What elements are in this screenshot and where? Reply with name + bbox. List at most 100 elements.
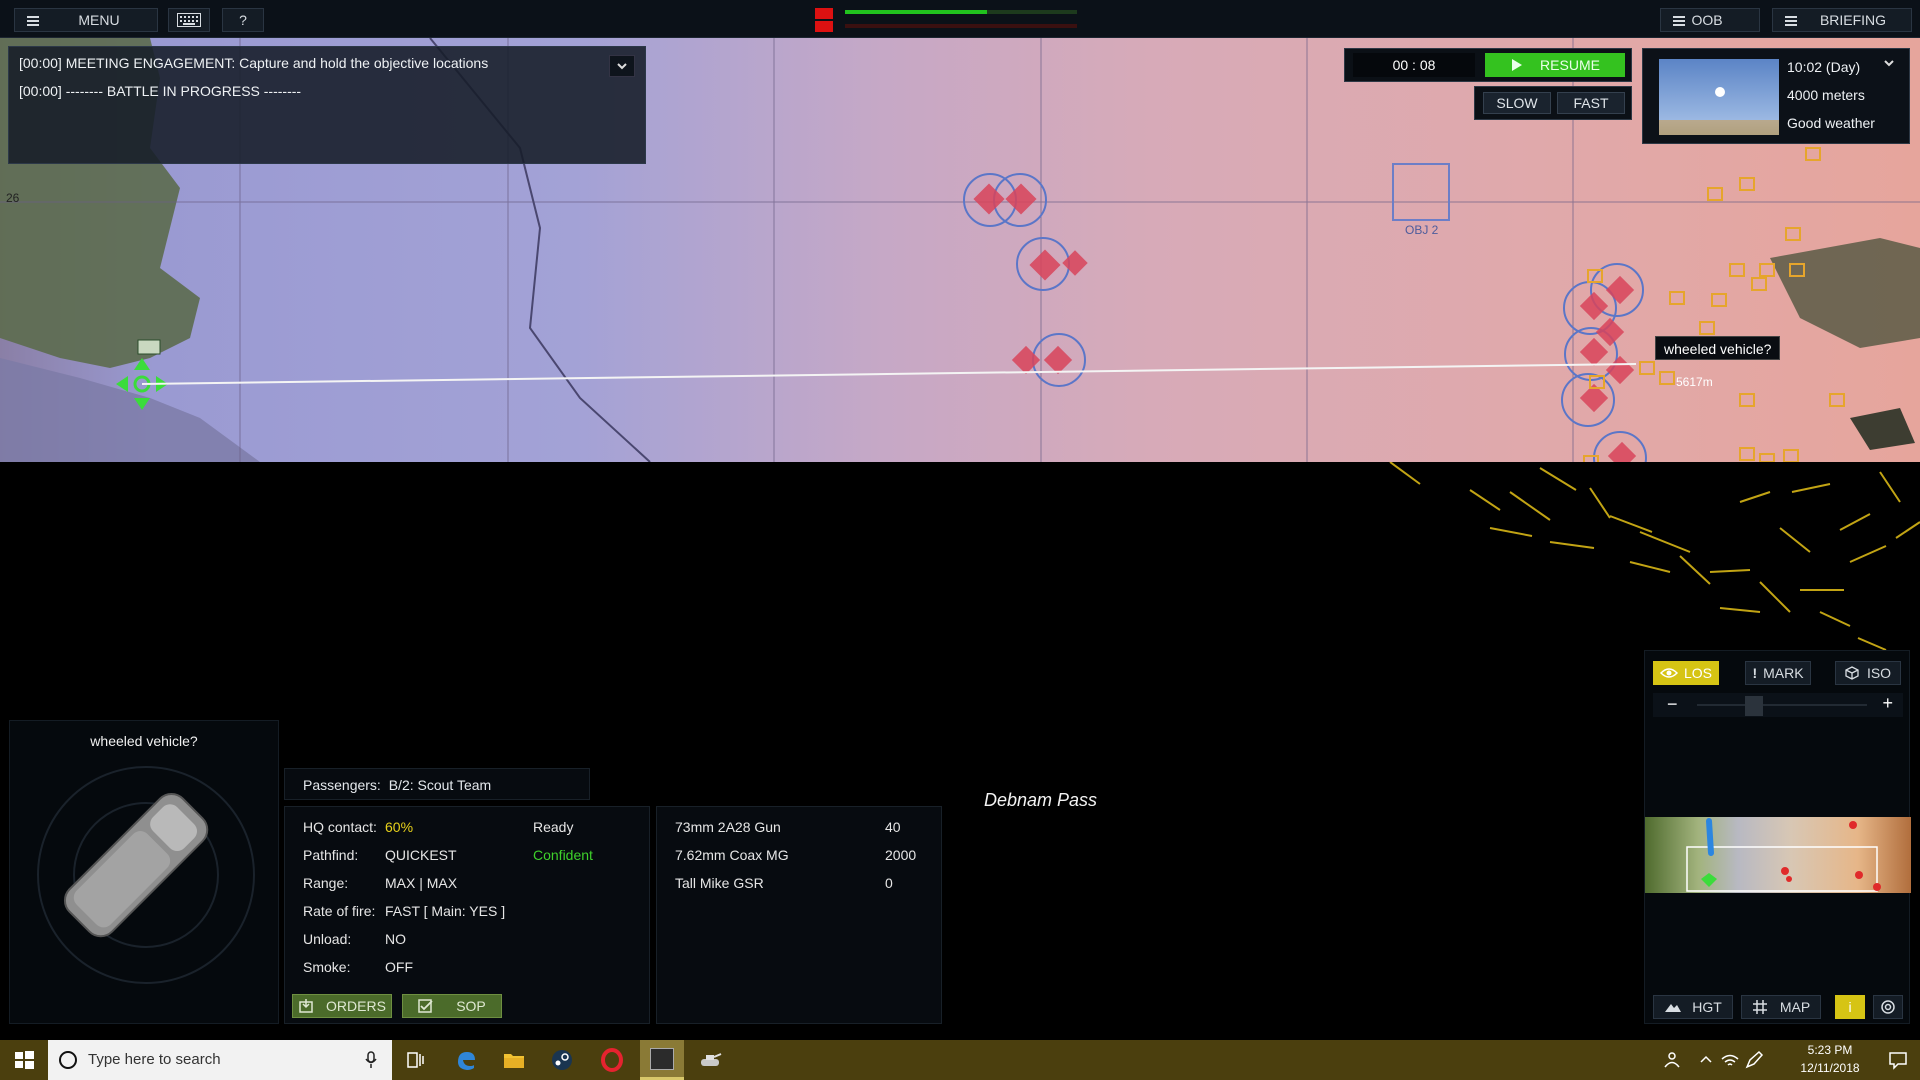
zoom-slider-handle[interactable] [1745, 696, 1763, 716]
unit-status-panel: HQ contact: 60% Pathfind: QUICKEST Range: MAX… [284, 806, 650, 1024]
grid-icon [1752, 1000, 1767, 1014]
objective-label: OBJ 2 [1405, 223, 1439, 237]
slow-label: SLOW [1496, 95, 1538, 111]
menu-button[interactable]: MENU [14, 8, 158, 32]
weather-collapse-button[interactable] [1877, 53, 1903, 75]
oob-button[interactable]: OOB [1660, 8, 1760, 32]
status-label: HQ contact: [303, 819, 377, 835]
grid-label: 26 [6, 191, 20, 205]
opera-icon[interactable] [600, 1048, 624, 1072]
briefing-button[interactable]: BRIEFING [1772, 8, 1912, 32]
oob-label: OOB [1691, 12, 1723, 28]
orders-button[interactable]: ORDERS [292, 994, 392, 1018]
system-tray: 5:23 PM 12/11/2018 [1660, 1040, 1920, 1080]
edge-browser-icon[interactable] [454, 1048, 478, 1072]
status-value[interactable]: FAST [ Main: YES ] [385, 903, 505, 919]
flag-icon-1 [815, 8, 833, 19]
info-label: i [1848, 999, 1852, 1015]
sun-icon [1715, 87, 1725, 97]
weapon-ammo: 40 [885, 819, 901, 835]
weather-condition: Good weather [1787, 115, 1875, 131]
briefing-list-icon [1785, 13, 1799, 27]
pen-icon[interactable] [1742, 1048, 1766, 1072]
time-of-day: 10:02 (Day) [1787, 59, 1861, 75]
search-circle-icon [59, 1051, 77, 1069]
fast-button[interactable]: FAST [1557, 92, 1625, 114]
clock-time[interactable]: 5:23 PM [1790, 1043, 1870, 1057]
weapon-name: 73mm 2A28 Gun [675, 819, 781, 835]
range-label: 5617m [1676, 375, 1713, 389]
game-app-icon[interactable] [640, 1040, 684, 1080]
status-value[interactable]: NO [385, 931, 406, 947]
resume-button[interactable]: RESUME [1485, 53, 1625, 77]
weather-panel: 10:02 (Day) 4000 meters Good weather [1642, 48, 1910, 144]
windows-start-icon[interactable] [12, 1048, 36, 1072]
steam-icon[interactable] [550, 1048, 574, 1072]
status-value[interactable]: MAX | MAX [385, 875, 457, 891]
visibility: 4000 meters [1787, 87, 1865, 103]
camera-toggle-button[interactable] [1873, 995, 1903, 1019]
task-view-icon[interactable] [404, 1048, 428, 1072]
map-label: MAP [1779, 999, 1811, 1015]
iso-label: ISO [1866, 665, 1892, 681]
passengers-label: Passengers: [303, 777, 381, 793]
exclamation-icon: ! [1752, 665, 1758, 681]
collapse-log-button[interactable] [609, 55, 635, 77]
keyboard-button[interactable] [168, 8, 210, 32]
status-value[interactable]: OFF [385, 959, 413, 975]
zoom-control: − + [1653, 693, 1903, 717]
help-button[interactable]: ? [222, 8, 264, 32]
mountain-icon [1665, 1004, 1682, 1012]
minimap-terrain[interactable] [1645, 817, 1911, 893]
briefing-label: BRIEFING [1819, 12, 1887, 28]
status-label: Smoke: [303, 959, 351, 975]
chevron-up-icon[interactable] [1694, 1048, 1718, 1072]
sky-preview [1659, 59, 1779, 135]
slow-button[interactable]: SLOW [1483, 92, 1551, 114]
map-button[interactable]: MAP [1741, 995, 1821, 1019]
status-label: Pathfind: [303, 847, 359, 863]
play-icon [1512, 59, 1523, 71]
rotate-icon [1881, 1000, 1895, 1014]
tooltip-text: wheeled vehicle? [1664, 341, 1772, 357]
speed-controls: SLOW FAST [1474, 86, 1632, 120]
hgt-label: HGT [1692, 999, 1722, 1015]
people-icon[interactable] [1660, 1048, 1684, 1072]
info-button[interactable]: i [1835, 995, 1865, 1019]
los-label: LOS [1683, 665, 1712, 681]
battle-clock: 00 : 08 [1353, 53, 1475, 77]
tank-app-icon[interactable] [698, 1048, 722, 1072]
microphone-icon[interactable] [364, 1051, 378, 1069]
notifications-icon[interactable] [1886, 1048, 1910, 1072]
status-value[interactable]: 60% [385, 819, 413, 835]
chevron-down-icon [617, 63, 627, 70]
fire-traces [1389, 462, 1920, 651]
minimap[interactable] [1645, 817, 1911, 893]
passengers-field: Passengers: B/2: Scout Team [284, 768, 590, 800]
sop-label: SOP [456, 998, 486, 1014]
zoom-in-button[interactable]: + [1882, 693, 1893, 714]
mark-button[interactable]: ! MARK [1745, 661, 1811, 685]
cube-icon [1845, 666, 1859, 680]
taskbar-search[interactable]: Type here to search [48, 1040, 392, 1080]
unit-3d-view[interactable] [30, 765, 262, 997]
iso-button[interactable]: ISO [1835, 661, 1901, 685]
time-controls: 00 : 08 RESUME [1344, 48, 1632, 82]
sop-button[interactable]: SOP [402, 994, 502, 1018]
hgt-button[interactable]: HGT [1653, 995, 1733, 1019]
message-line: [00:00] -------- BATTLE IN PROGRESS ----… [19, 83, 302, 99]
unit-tooltip: wheeled vehicle? [1655, 336, 1781, 360]
zoom-out-button[interactable]: − [1667, 694, 1678, 715]
wifi-icon[interactable] [1718, 1048, 1742, 1072]
los-button[interactable]: LOS [1653, 661, 1719, 685]
weapon-name: 7.62mm Coax MG [675, 847, 789, 863]
list-icon [1673, 13, 1687, 27]
menu-label: MENU [78, 12, 120, 28]
status-value[interactable]: QUICKEST [385, 847, 457, 863]
hamburger-icon [27, 13, 41, 27]
file-explorer-icon[interactable] [502, 1048, 526, 1072]
strength-bar-2 [845, 24, 1077, 28]
zoom-slider-track[interactable] [1697, 704, 1867, 706]
orders-icon [299, 999, 313, 1013]
clock-date[interactable]: 12/11/2018 [1790, 1061, 1870, 1075]
